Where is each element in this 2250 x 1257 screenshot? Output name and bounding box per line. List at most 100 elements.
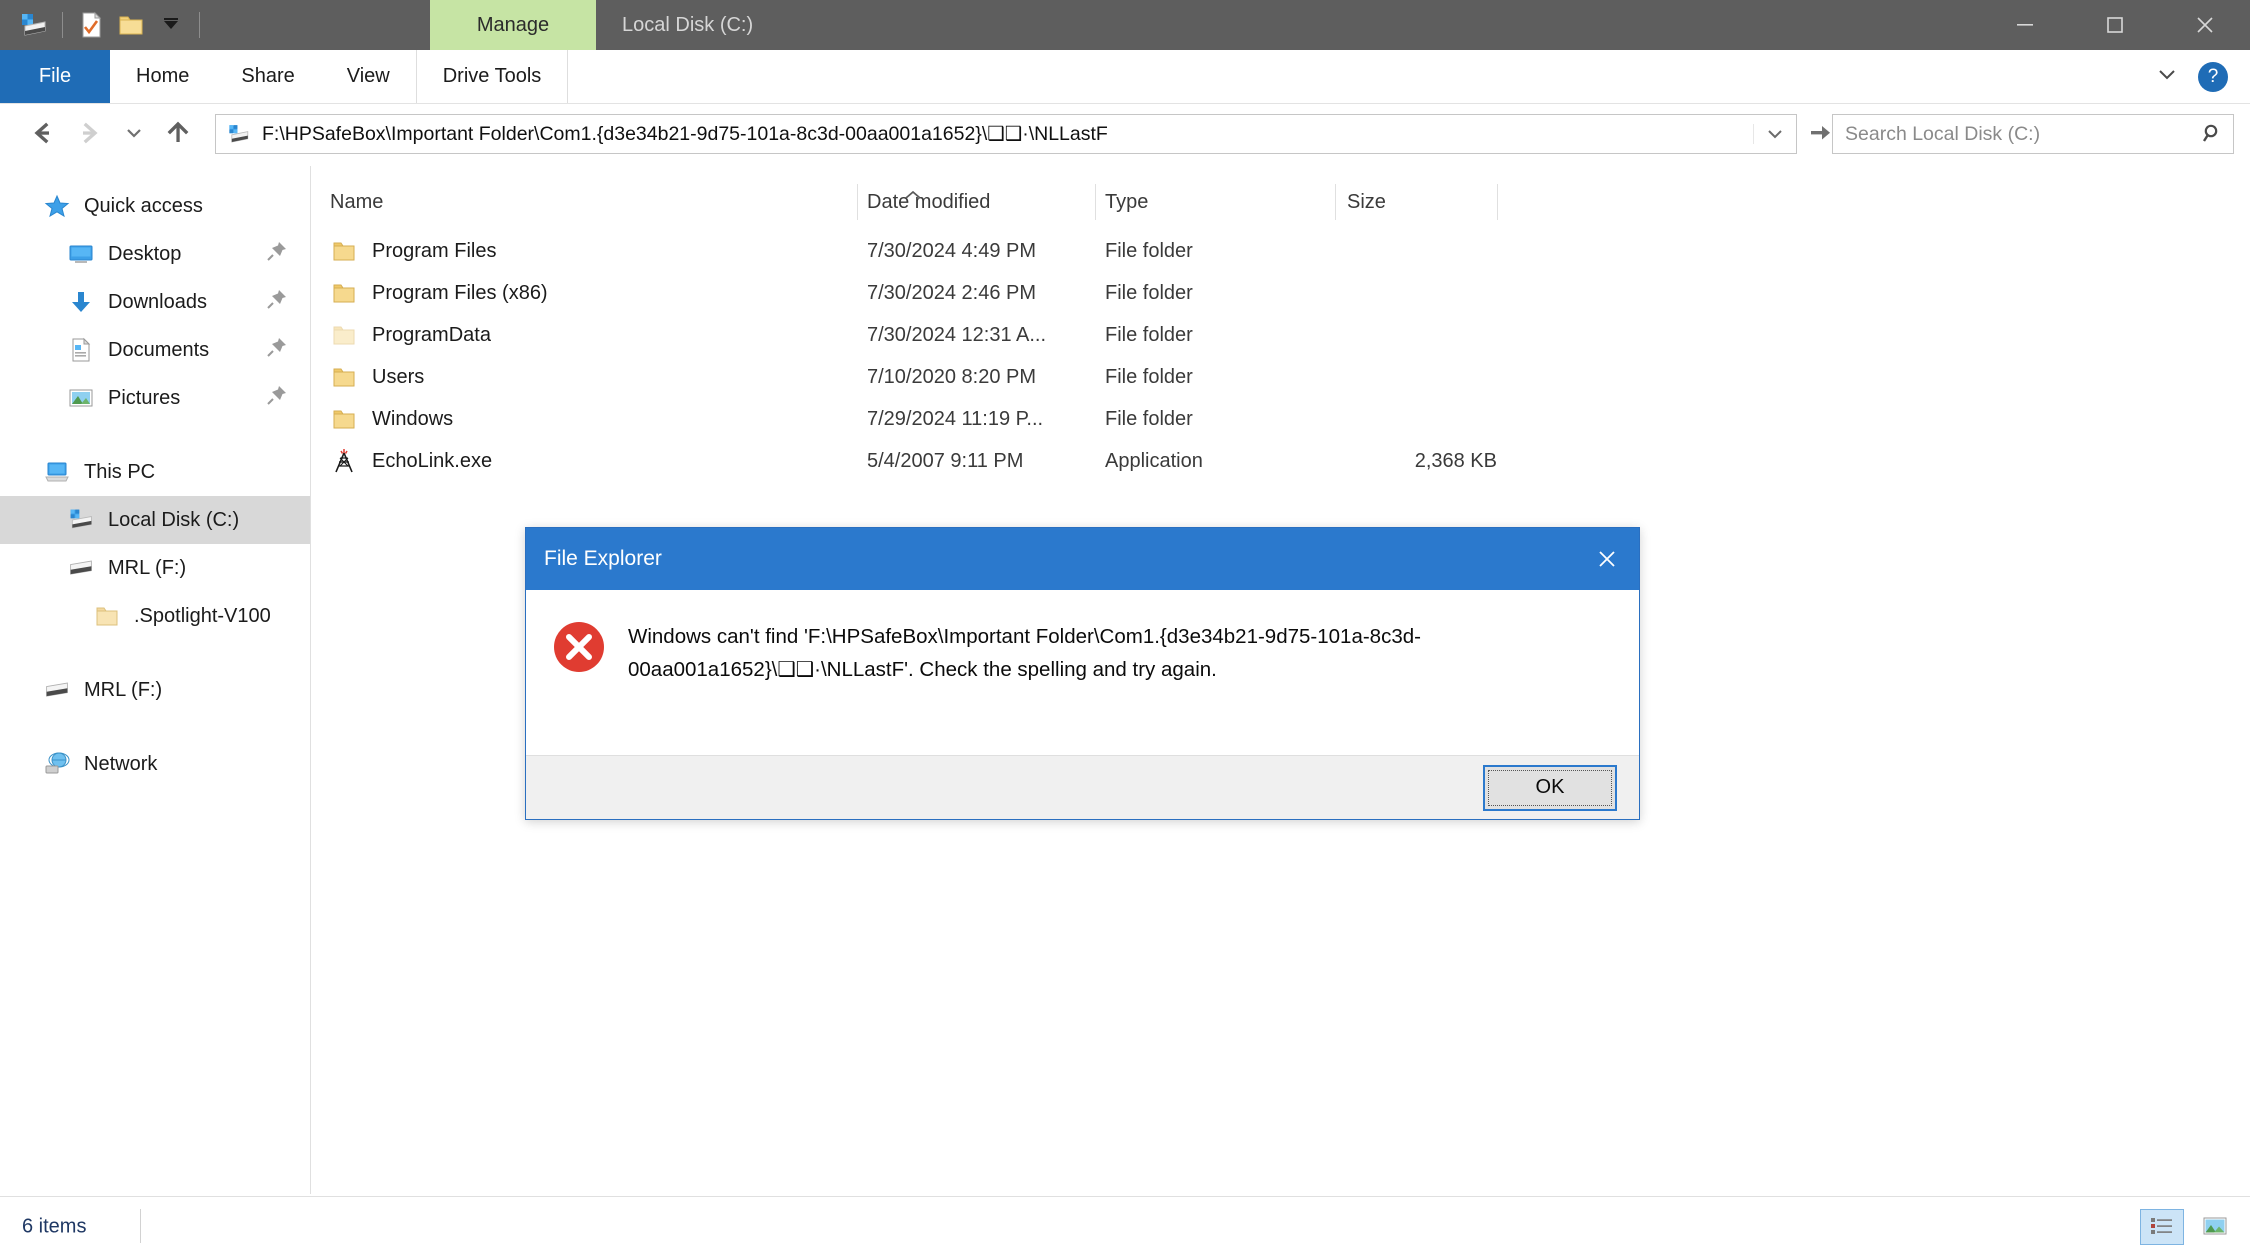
search-box[interactable]: Search Local Disk (C:)	[1832, 114, 2234, 154]
file-date-cell: 7/30/2024 2:46 PM	[867, 281, 1037, 304]
chevron-down-icon[interactable]	[151, 5, 191, 45]
sidebar-item-pictures[interactable]: Pictures	[0, 374, 310, 422]
column-header-date-modified[interactable]: Date modified	[867, 180, 990, 224]
dialog-footer: OK	[526, 755, 1639, 819]
drive-icon	[66, 553, 96, 583]
star-icon	[42, 191, 72, 221]
tab-view[interactable]: View	[321, 50, 416, 103]
file-name-cell[interactable]: ProgramData	[330, 321, 491, 349]
pin-icon[interactable]	[266, 384, 288, 412]
column-divider-3[interactable]	[1335, 184, 1336, 220]
sidebar-item-desktop[interactable]: Desktop	[0, 230, 310, 278]
column-header-type[interactable]: Type	[1105, 180, 1148, 224]
table-row[interactable]: EchoLink.exe 5/4/2007 9:11 PM Applicatio…	[312, 440, 2250, 482]
sidebar-item-label: Downloads	[108, 290, 207, 313]
ok-button[interactable]: OK	[1483, 764, 1617, 811]
error-icon	[552, 620, 606, 674]
forward-button[interactable]	[66, 109, 114, 157]
sidebar-item-spotlight-v100[interactable]: .Spotlight-V100	[0, 592, 310, 640]
file-name-cell[interactable]: Program Files (x86)	[330, 279, 548, 307]
column-divider-4[interactable]	[1497, 184, 1498, 220]
tab-drive-tools[interactable]: Drive Tools	[415, 50, 569, 103]
search-icon[interactable]	[2193, 122, 2233, 146]
file-name-label: EchoLink.exe	[372, 449, 493, 472]
title-bar: Manage Local Disk (C:)	[0, 0, 2250, 50]
sidebar-item-label: MRL (F:)	[84, 678, 163, 701]
sidebar-item-this-pc[interactable]: This PC	[0, 448, 310, 496]
file-name-cell[interactable]: Program Files	[330, 237, 496, 265]
pin-icon[interactable]	[266, 288, 288, 316]
address-history-chevron-icon[interactable]	[1753, 124, 1796, 144]
ribbon-tab-bar: File Home Share View Drive Tools ?	[0, 50, 2250, 104]
pin-icon[interactable]	[266, 336, 288, 364]
maximize-button[interactable]	[2070, 0, 2160, 50]
file-type-cell: File folder	[1105, 407, 1193, 430]
sidebar-item-local-disk-c[interactable]: Local Disk (C:)	[0, 496, 310, 544]
item-count-label: 6 items	[22, 1215, 87, 1238]
table-row[interactable]: Users 7/10/2020 8:20 PM File folder	[312, 356, 2250, 398]
network-icon	[42, 749, 72, 779]
file-name-cell[interactable]: Users	[330, 363, 424, 391]
contextual-tab-manage[interactable]: Manage	[430, 0, 596, 50]
pin-icon[interactable]	[266, 240, 288, 268]
file-name-label: Program Files (x86)	[372, 281, 548, 304]
tab-file[interactable]: File	[0, 50, 110, 103]
sidebar-item-downloads[interactable]: Downloads	[0, 278, 310, 326]
sidebar-item-quick-access[interactable]: Quick access	[0, 182, 310, 230]
column-divider-1[interactable]	[857, 184, 858, 220]
collapse-ribbon-chevron-icon[interactable]	[2154, 61, 2180, 92]
sidebar-item-mrl-f-1[interactable]: MRL (F:)	[0, 544, 310, 592]
sidebar-item-documents[interactable]: Documents	[0, 326, 310, 374]
minimize-button[interactable]	[1980, 0, 2070, 50]
tab-share[interactable]: Share	[215, 50, 320, 103]
sidebar-item-label: This PC	[84, 460, 156, 483]
qat-divider-2	[199, 12, 200, 38]
window-title: Local Disk (C:)	[622, 13, 754, 36]
file-date-cell: 7/29/2024 11:19 P...	[867, 407, 1044, 430]
dialog-close-button[interactable]	[1575, 528, 1639, 590]
qat-divider-1	[62, 12, 63, 38]
file-explorer-window: Manage Local Disk (C:) File Home Share V…	[0, 0, 2250, 1257]
view-buttons	[2140, 1209, 2236, 1245]
large-icons-view-button[interactable]	[2194, 1209, 2236, 1243]
column-divider-2[interactable]	[1095, 184, 1096, 220]
dialog-message: Windows can't find 'F:\HPSafeBox\Importa…	[628, 625, 1421, 682]
drive-icon[interactable]	[14, 5, 54, 45]
search-input[interactable]: Search Local Disk (C:)	[1833, 123, 2193, 146]
table-row[interactable]: ProgramData 7/30/2024 12:31 A... File fo…	[312, 314, 2250, 356]
dialog-title: File Explorer	[544, 547, 662, 570]
table-row[interactable]: Windows 7/29/2024 11:19 P... File folder	[312, 398, 2250, 440]
folder-icon	[330, 363, 358, 391]
details-view-button[interactable]	[2140, 1209, 2184, 1245]
navigation-pane: Quick access Desktop Downloads Documents…	[0, 166, 311, 1194]
up-button[interactable]	[154, 109, 202, 157]
quick-access-toolbar	[0, 0, 208, 50]
column-header-size[interactable]: Size	[1347, 180, 1386, 224]
sidebar-item-mrl-f-2[interactable]: MRL (F:)	[0, 666, 310, 714]
folder-icon	[330, 237, 358, 265]
help-button[interactable]: ?	[2198, 61, 2228, 92]
address-path-text: F:\HPSafeBox\Important Folder\Com1.{d3e3…	[262, 123, 1108, 145]
sidebar-group-gap-1	[0, 422, 310, 448]
sidebar-item-network[interactable]: Network	[0, 740, 310, 788]
file-name-cell[interactable]: EchoLink.exe	[330, 447, 492, 475]
file-date-cell: 7/30/2024 4:49 PM	[867, 239, 1037, 262]
drive-icon	[216, 122, 256, 146]
file-name-cell[interactable]: Windows	[330, 405, 453, 433]
properties-icon[interactable]	[71, 5, 111, 45]
column-header-name[interactable]: Name	[330, 180, 383, 224]
pictures-icon	[66, 383, 96, 413]
address-bar[interactable]: F:\HPSafeBox\Important Folder\Com1.{d3e3…	[215, 114, 1797, 154]
recent-locations-chevron-icon[interactable]	[114, 109, 154, 157]
folder-icon	[330, 279, 358, 307]
file-type-cell: File folder	[1105, 323, 1193, 346]
new-folder-icon[interactable]	[111, 5, 151, 45]
table-row[interactable]: Program Files 7/30/2024 4:49 PM File fol…	[312, 230, 2250, 272]
tab-home[interactable]: Home	[110, 50, 215, 103]
sidebar-item-label: MRL (F:)	[108, 556, 187, 579]
back-button[interactable]	[18, 109, 66, 157]
table-row[interactable]: Program Files (x86) 7/30/2024 2:46 PM Fi…	[312, 272, 2250, 314]
close-button[interactable]	[2160, 0, 2250, 50]
sidebar-item-label: Local Disk (C:)	[108, 508, 240, 531]
file-type-cell: File folder	[1105, 281, 1193, 304]
